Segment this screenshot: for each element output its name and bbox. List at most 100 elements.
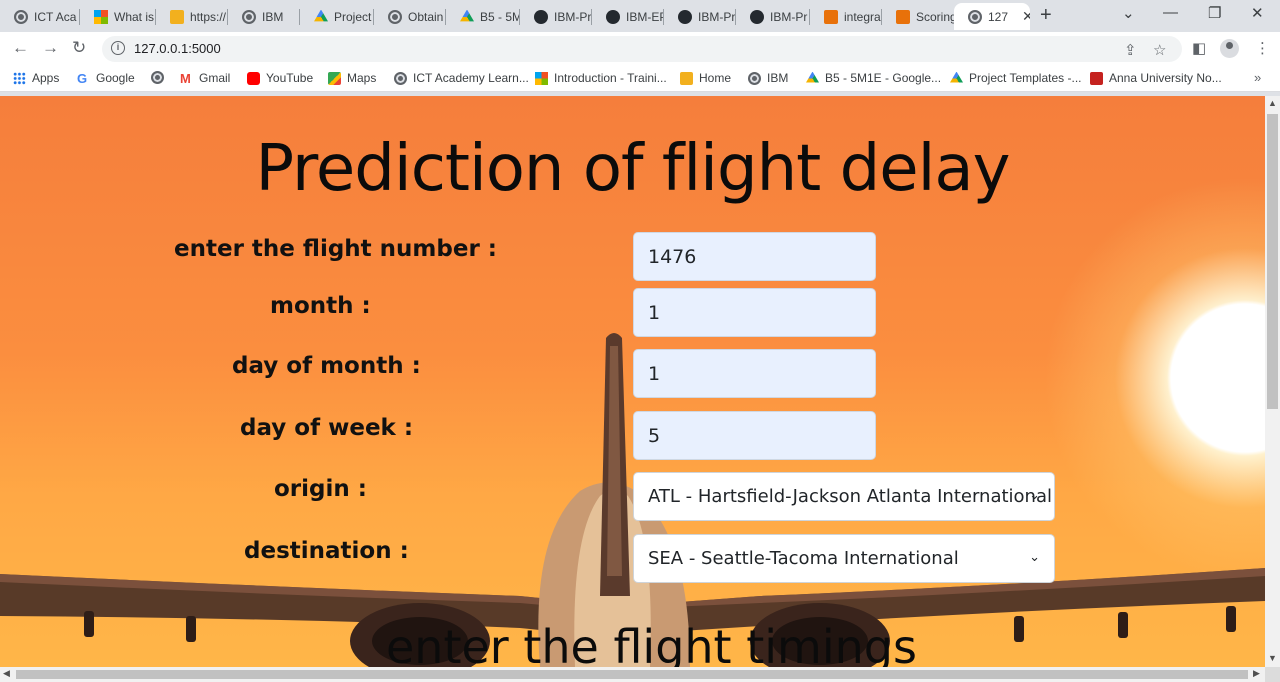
bookmark-label: IBM bbox=[767, 71, 789, 85]
bookmark-label: Maps bbox=[347, 71, 377, 85]
destination-select[interactable]: SEA - Seattle-Tacoma International ⌄ bbox=[633, 534, 1055, 583]
tab-label: IBM bbox=[262, 9, 284, 24]
github-icon bbox=[534, 9, 548, 24]
destination-label: destination : bbox=[244, 538, 409, 564]
apps-grid-icon bbox=[13, 71, 26, 85]
bookmark-anna-university[interactable]: Anna University No... bbox=[1090, 71, 1222, 85]
browser-tab[interactable]: IBM bbox=[228, 3, 300, 30]
bookmark-google[interactable]: G Google bbox=[77, 71, 135, 85]
google-drive-icon bbox=[314, 9, 328, 22]
day-of-month-label: day of month : bbox=[232, 353, 421, 379]
bookmark-maps[interactable]: Maps bbox=[328, 71, 376, 85]
day-of-week-input[interactable] bbox=[633, 411, 876, 460]
close-window-button[interactable]: ✕ bbox=[1251, 4, 1264, 22]
browser-tab[interactable]: https:// bbox=[156, 3, 228, 30]
profile-avatar-icon[interactable] bbox=[1220, 39, 1239, 58]
browser-tab[interactable]: integra bbox=[810, 3, 882, 30]
bookmark-star-icon[interactable]: ☆ bbox=[1153, 41, 1166, 59]
vertical-scrollbar[interactable]: ▲ ▼ bbox=[1265, 96, 1280, 667]
browser-tab[interactable]: IBM-Pr bbox=[664, 3, 736, 30]
globe-icon bbox=[242, 9, 256, 24]
tab-label: 127 bbox=[988, 9, 1009, 24]
bookmark-globe[interactable] bbox=[151, 71, 170, 84]
menu-kebab-icon[interactable]: ⋮ bbox=[1255, 39, 1270, 57]
browser-tab[interactable]: Project bbox=[300, 3, 374, 30]
bookmark-label: YouTube bbox=[266, 71, 314, 85]
restore-button[interactable]: ❐ bbox=[1208, 4, 1221, 22]
globe-icon bbox=[748, 71, 761, 85]
reload-icon[interactable]: ↻ bbox=[72, 38, 86, 58]
bookmark-label: ICT Academy Learn... bbox=[413, 71, 529, 85]
close-tab-icon[interactable]: ✕ bbox=[1022, 8, 1030, 25]
bookmark-ibm[interactable]: IBM bbox=[748, 71, 788, 85]
microsoft-icon bbox=[94, 9, 108, 24]
bookmark-project-templates[interactable]: Project Templates -... bbox=[950, 71, 1082, 85]
tab-label: integra bbox=[844, 9, 881, 24]
flight-number-input[interactable] bbox=[633, 232, 876, 281]
horizontal-scroll-thumb[interactable] bbox=[16, 670, 1248, 679]
university-icon bbox=[1090, 71, 1103, 85]
bookmark-introduction[interactable]: Introduction - Traini... bbox=[535, 71, 667, 85]
browser-tab[interactable]: Obtain bbox=[374, 3, 446, 30]
notebook-icon bbox=[896, 9, 910, 24]
tab-search-icon[interactable]: ⌄ bbox=[1122, 4, 1135, 22]
info-icon[interactable]: i bbox=[111, 41, 125, 55]
origin-label: origin : bbox=[274, 476, 367, 502]
google-drive-icon bbox=[950, 71, 963, 83]
browser-tab[interactable]: What is bbox=[80, 3, 156, 30]
globe-icon bbox=[388, 9, 402, 24]
tab-label: Project bbox=[334, 9, 372, 24]
destination-selected-value: SEA - Seattle-Tacoma International bbox=[648, 548, 959, 569]
browser-tab[interactable]: IBM-EP bbox=[592, 3, 664, 30]
scroll-down-arrow-icon[interactable]: ▼ bbox=[1268, 653, 1277, 663]
side-panel-icon[interactable]: ◧ bbox=[1192, 39, 1206, 57]
browser-tab[interactable]: IBM-Pr bbox=[520, 3, 592, 30]
browser-tab[interactable]: ICT Aca bbox=[0, 3, 80, 30]
share-icon[interactable]: ⇪ bbox=[1124, 41, 1137, 59]
bookmark-b5[interactable]: B5 - 5M1E - Google... bbox=[806, 71, 941, 85]
bookmark-gmail[interactable]: M Gmail bbox=[180, 71, 230, 85]
browser-tab-active[interactable]: 127 ✕ bbox=[954, 3, 1030, 30]
google-icon: G bbox=[77, 70, 88, 86]
flight-timings-heading: enter the flight timings bbox=[386, 620, 917, 667]
tab-strip: ICT Aca What is https:// IBM Project Obt… bbox=[0, 0, 1280, 32]
bookmarks-bar: Apps G Google M Gmail YouTube Maps ICT Aca… bbox=[0, 66, 1280, 92]
browser-tab[interactable]: IBM-Pr bbox=[736, 3, 810, 30]
scroll-up-arrow-icon[interactable]: ▲ bbox=[1268, 98, 1277, 108]
vertical-scroll-thumb[interactable] bbox=[1267, 114, 1278, 409]
bookmark-label: Introduction - Traini... bbox=[554, 71, 667, 85]
tab-label: IBM-EP bbox=[626, 9, 664, 24]
page-viewport: Prediction of flight delay enter the fli… bbox=[0, 96, 1265, 667]
month-input[interactable] bbox=[633, 288, 876, 337]
browser-tab[interactable]: Scoring bbox=[882, 3, 954, 30]
bookmark-home[interactable]: Home bbox=[680, 71, 731, 85]
new-tab-button[interactable]: + bbox=[1040, 4, 1052, 27]
bookmark-ict-academy[interactable]: ICT Academy Learn... bbox=[394, 71, 529, 85]
github-icon bbox=[606, 9, 620, 24]
browser-tab[interactable]: B5 - 5M bbox=[446, 3, 520, 30]
bookmark-label: Gmail bbox=[199, 71, 231, 85]
page-title: Prediction of flight delay bbox=[255, 132, 1011, 206]
forward-arrow-icon[interactable]: → bbox=[42, 38, 59, 58]
origin-select[interactable]: ATL - Hartsfield-Jackson Atlanta Interna… bbox=[633, 472, 1055, 521]
minimize-button[interactable]: — bbox=[1163, 4, 1178, 21]
scrollbar-corner bbox=[1265, 667, 1280, 682]
bookmark-apps[interactable]: Apps bbox=[13, 71, 59, 85]
back-arrow-icon[interactable]: ← bbox=[12, 38, 29, 58]
day-of-month-input[interactable] bbox=[633, 349, 876, 398]
month-label: month : bbox=[270, 293, 371, 319]
url-text[interactable]: 127.0.0.1:5000 bbox=[134, 41, 221, 56]
tab-label: ICT Aca bbox=[34, 9, 77, 24]
tab-label: Scoring bbox=[916, 9, 954, 24]
scroll-right-arrow-icon[interactable]: ▶ bbox=[1253, 668, 1260, 679]
bookmark-youtube[interactable]: YouTube bbox=[247, 71, 313, 85]
github-icon bbox=[678, 9, 692, 24]
address-bar[interactable]: i 127.0.0.1:5000 ⇪ ☆ bbox=[102, 36, 1182, 62]
scroll-left-arrow-icon[interactable]: ◀ bbox=[3, 668, 10, 679]
tab-label: IBM-Pr bbox=[698, 9, 736, 24]
more-bookmarks-icon[interactable]: » bbox=[1254, 70, 1261, 85]
globe-icon bbox=[394, 71, 407, 85]
bookmark-label: Project Templates -... bbox=[969, 71, 1082, 85]
globe-icon bbox=[151, 71, 164, 84]
horizontal-scrollbar[interactable]: ◀ ▶ bbox=[0, 667, 1265, 682]
